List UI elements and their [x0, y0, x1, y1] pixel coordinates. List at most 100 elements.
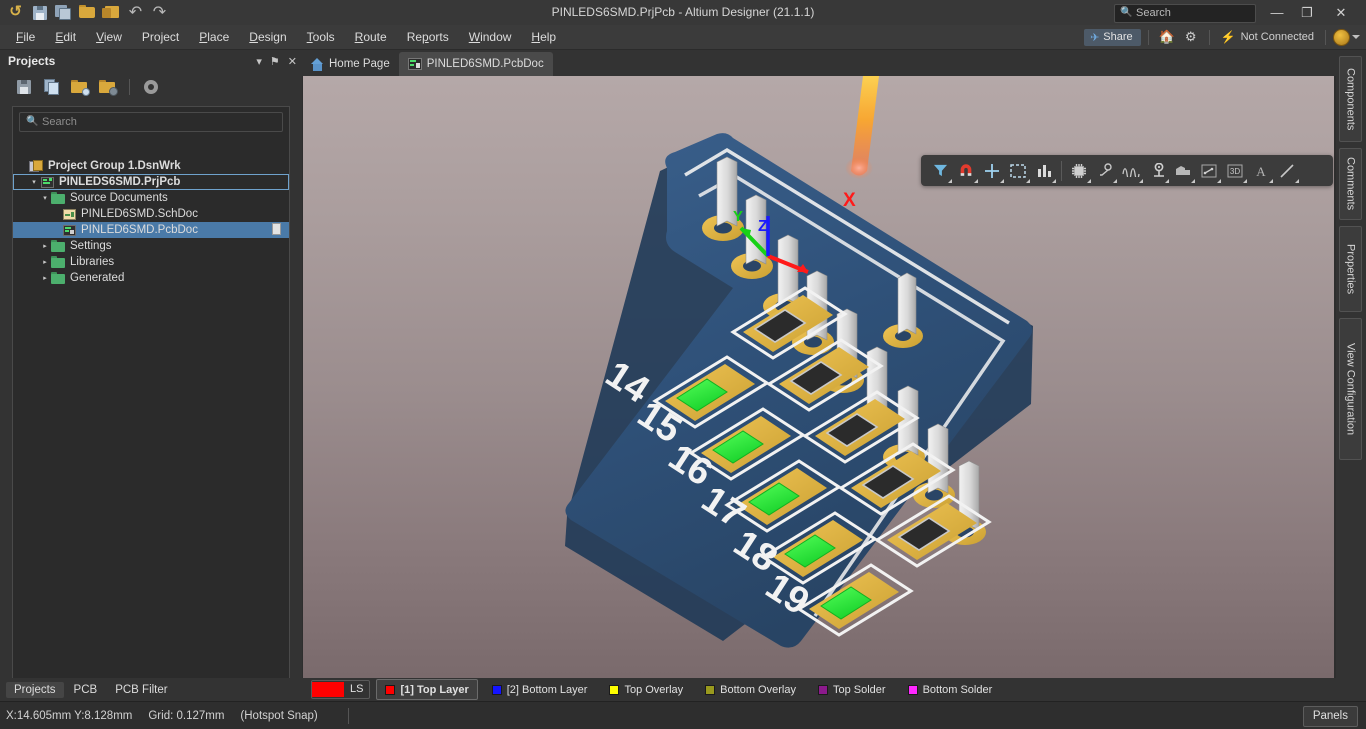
right-tab-properties[interactable]: Properties: [1339, 226, 1362, 312]
document-tab-pcbdoc[interactable]: PINLED6SMD.PcbDoc: [398, 52, 553, 76]
close-icon[interactable]: ✕: [288, 55, 297, 68]
global-search-input[interactable]: 🔍 Search: [1114, 4, 1256, 23]
svg-text:3D: 3D: [1230, 167, 1240, 176]
layer-tab-bottom-overlay[interactable]: Bottom Overlay: [697, 680, 804, 699]
bar-chart-icon[interactable]: [1031, 158, 1057, 184]
twisty-icon[interactable]: ▾: [28, 178, 40, 186]
panel-tab-pcb[interactable]: PCB: [66, 682, 106, 698]
chevron-down-icon[interactable]: [1352, 35, 1360, 39]
minimize-button[interactable]: —: [1262, 0, 1292, 25]
tree-item[interactable]: ▾ Source Documents: [13, 190, 289, 206]
gear-icon[interactable]: ⚙: [1180, 26, 1202, 48]
document-tab-bar: Home Page PINLED6SMD.PcbDoc: [302, 50, 1336, 76]
document-icon: [272, 223, 281, 235]
right-panel-tabs: Components Comments Properties View Configu…: [1336, 50, 1366, 701]
3d-body-icon[interactable]: 3D: [1222, 158, 1248, 184]
layer-label: [2] Bottom Layer: [506, 683, 588, 696]
layer-tab-top-overlay[interactable]: Top Overlay: [601, 680, 691, 699]
gear-icon[interactable]: [141, 77, 161, 97]
right-tab-comments[interactable]: Comments: [1339, 148, 1362, 220]
menu-edit[interactable]: Edit: [45, 25, 86, 49]
connection-status[interactable]: ⚡ Not Connected: [1217, 30, 1318, 44]
pin-icon[interactable]: ⚑: [270, 55, 280, 68]
tree-item[interactable]: PINLED6SMD.SchDoc: [13, 206, 289, 222]
altium-designer-window: ↺ ↶ ↷ PINLEDS6SMD.PrjPcb - Altium Design…: [0, 0, 1366, 729]
menu-window[interactable]: Window: [459, 25, 522, 49]
layer-label: Top Solder: [832, 683, 886, 696]
via-route-icon[interactable]: [1092, 158, 1118, 184]
twisty-icon[interactable]: ▸: [39, 242, 51, 250]
tree-item[interactable]: ▾ PINLEDS6SMD.PrjPcb: [13, 174, 289, 190]
tree-item-label: Source Documents: [70, 192, 168, 204]
chevron-down-icon[interactable]: ▾: [256, 55, 262, 68]
tree-item[interactable]: ▸ Generated: [13, 270, 289, 286]
maximize-button[interactable]: ❐: [1292, 0, 1322, 25]
tree-item[interactable]: ▸ Libraries: [13, 254, 289, 270]
wave-icon[interactable]: [1118, 158, 1144, 184]
menu-project[interactable]: Project: [132, 25, 189, 49]
layer-tab-top-solder[interactable]: Top Solder: [810, 680, 894, 699]
crosshair-icon[interactable]: [979, 158, 1005, 184]
menu-bar-right-controls: ✈ Share 🏠 ⚙ ⚡ Not Connected: [1084, 25, 1360, 49]
save-icon[interactable]: [14, 77, 34, 97]
open-project-icon[interactable]: [70, 77, 90, 97]
menu-reports[interactable]: Reports: [397, 25, 459, 49]
layer-tab-1-top-layer[interactable]: [1] Top Layer: [376, 679, 478, 700]
layer-label: Bottom Overlay: [720, 683, 796, 696]
projects-panel: Projects ▾ ⚑ ✕ 🔍 Search Project Group 1.…: [0, 50, 308, 719]
tree-item-label: PINLED6SMD.SchDoc: [81, 208, 198, 220]
menu-place[interactable]: Place: [189, 25, 239, 49]
panel-bottom-tabs: Projects PCB PCB Filter: [0, 678, 308, 701]
layer-label: Top Overlay: [624, 683, 684, 696]
menu-help[interactable]: Help: [521, 25, 566, 49]
project-tree[interactable]: Project Group 1.DsnWrk ▾ PINLEDS6SMD.PrjPc…: [12, 154, 290, 719]
folder-icon: [51, 255, 66, 269]
magnet-icon[interactable]: [953, 158, 979, 184]
tree-item[interactable]: Project Group 1.DsnWrk: [13, 158, 289, 174]
ic-chip-icon[interactable]: [1066, 158, 1092, 184]
share-label: Share: [1103, 31, 1133, 43]
filter-icon[interactable]: [927, 158, 953, 184]
right-tab-components[interactable]: Components: [1339, 56, 1362, 142]
search-placeholder: Search: [42, 116, 77, 128]
avatar[interactable]: [1333, 28, 1350, 46]
panel-tab-projects[interactable]: Projects: [6, 681, 64, 698]
menu-view[interactable]: View: [86, 25, 132, 49]
share-arrow-icon: ✈: [1090, 31, 1100, 44]
layer-color-swatch: [609, 684, 620, 695]
copy-icon[interactable]: [42, 77, 62, 97]
twisty-icon[interactable]: ▸: [39, 258, 51, 266]
tree-item[interactable]: ▸ Settings: [13, 238, 289, 254]
layer-tab-bottom-solder[interactable]: Bottom Solder: [900, 680, 1001, 699]
layer-tab-bar: LS [1] Top Layer [2] Bottom Layer Top Over…: [303, 678, 1366, 701]
panels-button[interactable]: Panels: [1302, 706, 1358, 727]
menu-tools[interactable]: Tools: [297, 25, 345, 49]
tree-item[interactable]: PINLED6SMD.PcbDoc: [13, 222, 289, 238]
layer-set-selector[interactable]: LS: [311, 680, 371, 699]
search-input[interactable]: 🔍 Search: [19, 112, 283, 132]
selection-box-icon[interactable]: [1005, 158, 1031, 184]
panel-tab-pcb-filter[interactable]: PCB Filter: [107, 682, 175, 698]
share-button[interactable]: ✈ Share: [1084, 28, 1141, 46]
menu-file[interactable]: File: [6, 25, 45, 49]
twisty-icon[interactable]: ▸: [39, 274, 51, 282]
text-icon[interactable]: A: [1248, 158, 1274, 184]
layer-buttons: [1] Top Layer [2] Bottom Layer Top Overlay…: [370, 679, 1000, 700]
pcb-3d-viewport[interactable]: 14 15 16 17 18 19 Y X Z 3D A: [303, 76, 1334, 678]
polygon-pour-icon[interactable]: [1170, 158, 1196, 184]
menu-route[interactable]: Route: [345, 25, 397, 49]
projects-search-container: 🔍 Search: [12, 106, 290, 161]
right-tab-view-configuration[interactable]: View Configuration: [1339, 318, 1362, 460]
close-button[interactable]: ✕: [1326, 0, 1356, 25]
home-icon[interactable]: 🏠: [1156, 26, 1178, 48]
schematic-icon: [62, 208, 77, 221]
twisty-icon[interactable]: ▾: [39, 194, 51, 202]
document-tab-home[interactable]: Home Page: [302, 52, 399, 76]
search-icon: 🔍: [26, 116, 39, 127]
menu-design[interactable]: Design: [239, 25, 296, 49]
close-project-icon[interactable]: [98, 77, 118, 97]
line-icon[interactable]: [1274, 158, 1300, 184]
pad-icon[interactable]: [1144, 158, 1170, 184]
layer-tab-2-bottom-layer[interactable]: [2] Bottom Layer: [484, 680, 596, 699]
dimension-icon[interactable]: [1196, 158, 1222, 184]
